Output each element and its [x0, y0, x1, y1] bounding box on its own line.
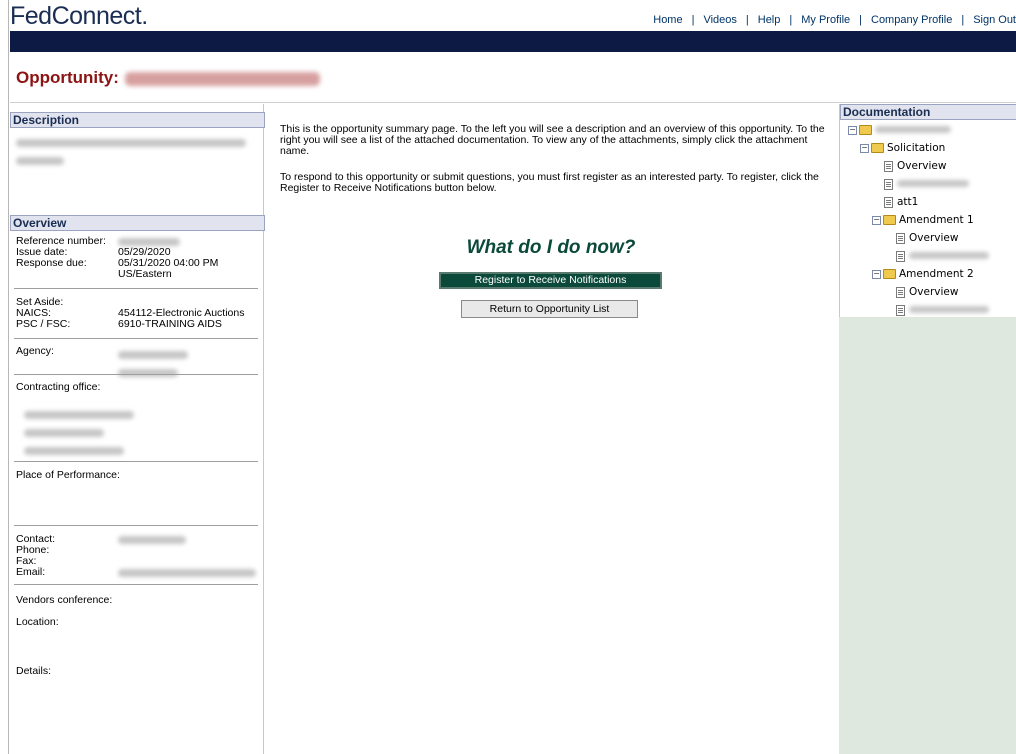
contracting-office-label: Contracting office: — [16, 381, 101, 393]
description-header: Description — [10, 112, 265, 128]
overview-divider — [14, 288, 258, 289]
nav-help-link[interactable]: Help — [758, 14, 781, 26]
response-due-label: Response due: — [16, 257, 87, 269]
tree-amendment-1-label: Amendment 1 — [899, 214, 974, 226]
nav-my-profile-link[interactable]: My Profile — [801, 14, 850, 26]
tree-amendment-1[interactable]: − Amendment 1 — [872, 214, 974, 226]
tree-solicitation-label: Solicitation — [887, 142, 946, 154]
intro-paragraph: This is the opportunity summary page. To… — [280, 123, 825, 157]
agency-value-redacted — [118, 346, 188, 382]
folder-icon — [883, 269, 896, 279]
vendors-conference-label: Vendors conference: — [16, 594, 113, 606]
page-left-border — [8, 0, 9, 754]
document-icon — [896, 250, 905, 262]
tree-amendment-2-label: Amendment 2 — [899, 268, 974, 280]
documentation-tree: Documentation − − Solicitation Overview a… — [839, 104, 1016, 317]
tree-root-name-redacted — [875, 126, 951, 133]
documentation-header: Documentation — [840, 104, 1016, 120]
tree-root[interactable]: − — [848, 124, 951, 136]
return-to-list-button[interactable]: Return to Opportunity List — [461, 300, 638, 318]
tree-att1-label: att1 — [897, 196, 919, 208]
overview-divider — [14, 338, 258, 339]
document-icon — [884, 160, 893, 172]
response-due-timezone: US/Eastern — [118, 268, 172, 280]
opportunity-label: Opportunity: — [16, 68, 119, 87]
documentation-panel: Documentation − − Solicitation Overview a… — [839, 104, 1016, 754]
folder-icon — [883, 215, 896, 225]
email-label: Email: — [16, 566, 46, 578]
tree-amendment-2-attachment-redacted — [909, 306, 989, 313]
tree-att1[interactable]: att1 — [884, 196, 918, 208]
contact-value-redacted — [118, 536, 186, 544]
overview-divider — [14, 374, 258, 375]
psc-label: PSC / FSC: — [16, 318, 71, 330]
collapse-icon[interactable]: − — [860, 143, 869, 153]
register-instructions: To respond to this opportunity or submit… — [280, 171, 819, 194]
reference-number-redacted — [118, 238, 180, 246]
header-bar — [10, 31, 1016, 52]
contracting-office-address-redacted — [24, 406, 134, 460]
tree-amendment-1-attachment[interactable] — [896, 250, 989, 262]
overview-header: Overview — [10, 215, 265, 231]
opportunity-name-redacted — [124, 71, 320, 86]
description-text-redacted — [16, 134, 246, 170]
document-icon — [896, 304, 905, 316]
nav-home-link[interactable]: Home — [653, 14, 682, 26]
collapse-icon[interactable]: − — [848, 125, 857, 135]
page-title: Opportunity: — [16, 68, 320, 88]
nav-sign-out-link[interactable]: Sign Out — [973, 14, 1016, 26]
top-header: FedConnect. Home | Videos | Help | My Profile |… — [0, 0, 1016, 30]
agency-label: Agency: — [16, 345, 54, 357]
tree-amendment-2-attachment[interactable] — [896, 304, 989, 316]
tree-amendment-2[interactable]: − Amendment 2 — [872, 268, 974, 280]
collapse-icon[interactable]: − — [872, 269, 881, 279]
details-label: Details: — [16, 665, 52, 677]
email-value-redacted — [118, 569, 256, 577]
document-icon — [896, 232, 905, 244]
tree-amendment-1-attachment-redacted — [909, 252, 989, 259]
nav-videos-link[interactable]: Videos — [703, 14, 736, 26]
top-nav: Home | Videos | Help | My Profile | Company Prof… — [653, 14, 1016, 26]
tree-solicitation[interactable]: − Solicitation — [860, 142, 945, 154]
fedconnect-logo[interactable]: FedConnect. — [10, 2, 148, 31]
title-divider — [10, 102, 1016, 103]
main-panel: This is the opportunity summary page. To… — [264, 104, 838, 754]
folder-icon — [859, 125, 872, 135]
document-icon — [884, 196, 893, 208]
document-icon — [896, 286, 905, 298]
what-do-i-do-now-heading: What do I do now? — [466, 237, 636, 258]
folder-icon — [871, 143, 884, 153]
overview-divider — [14, 525, 258, 526]
tree-overview-label: Overview — [897, 160, 947, 172]
tree-amendment-2-overview[interactable]: Overview — [896, 286, 958, 298]
tree-overview[interactable]: Overview — [884, 160, 946, 172]
overview-divider — [14, 584, 258, 585]
tree-attachment-name-redacted — [897, 180, 969, 187]
left-panel: Description Overview Reference number: I… — [10, 104, 265, 754]
place-of-performance-label: Place of Performance: — [16, 469, 120, 481]
location-label: Location: — [16, 616, 59, 628]
overview-divider — [14, 461, 258, 462]
collapse-icon[interactable]: − — [872, 215, 881, 225]
tree-attachment[interactable] — [884, 178, 969, 190]
document-icon — [884, 178, 893, 190]
tree-amendment-1-overview-label: Overview — [909, 232, 959, 244]
register-button[interactable]: Register to Receive Notifications — [439, 272, 662, 289]
psc-value: 6910-TRAINING AIDS — [118, 318, 222, 330]
nav-company-profile-link[interactable]: Company Profile — [871, 14, 952, 26]
tree-amendment-1-overview[interactable]: Overview — [896, 232, 958, 244]
tree-amendment-2-overview-label: Overview — [909, 286, 959, 298]
